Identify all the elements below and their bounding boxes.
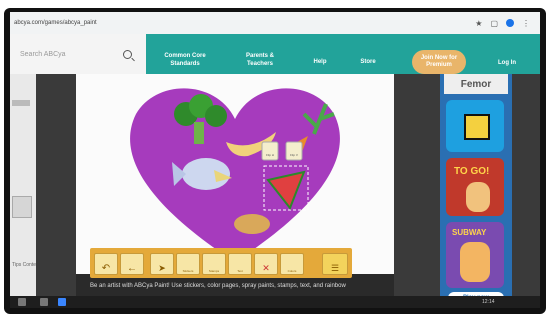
login-link[interactable]: Log In xyxy=(498,60,516,66)
to-go-logo: TO GO! xyxy=(454,166,490,177)
ad-to-go[interactable]: TO GO! xyxy=(446,158,504,216)
left-thumb-box xyxy=(12,196,32,218)
page-margin xyxy=(36,74,76,308)
flip-v-button xyxy=(285,141,303,161)
subway-logo: SUBWAY xyxy=(452,228,487,237)
game-description: Be an artist with ABCya Paint! Use stick… xyxy=(90,283,346,289)
paint-canvas[interactable]: Flip H Flip V xyxy=(76,74,394,274)
search-input[interactable]: Search ABCya xyxy=(20,51,123,58)
extensions-icon[interactable]: ▢ xyxy=(490,19,498,28)
delete-icon: ✕ xyxy=(262,263,270,273)
star-icon[interactable]: ★ xyxy=(475,19,482,28)
join-premium-button[interactable]: Join Now for Premium xyxy=(412,50,466,74)
flip-h-button xyxy=(261,141,279,161)
bread-sticker xyxy=(234,214,270,234)
select-tool[interactable]: ➤ xyxy=(150,253,174,275)
flip-v-label: Flip V xyxy=(290,153,298,157)
text-tool[interactable]: Text xyxy=(228,253,252,275)
ad-top-label: Femor xyxy=(444,74,508,94)
search-icon[interactable] xyxy=(123,49,132,59)
stickers-tool[interactable]: Stickers xyxy=(176,253,200,275)
to-go-character-icon xyxy=(466,182,490,212)
photo-frame: abcya.com/games/abcya_paint ★ ▢ ⋮ Search… xyxy=(0,0,550,320)
tool-bar: ↶ ← ➤ Stickers Stamps Text ✕ Colors ☰ xyxy=(90,248,352,278)
nav-help[interactable]: Help xyxy=(310,58,330,66)
subway-character-icon xyxy=(460,242,490,282)
undo-button[interactable]: ↶ xyxy=(94,253,118,275)
url-text[interactable]: abcya.com/games/abcya_paint xyxy=(14,20,475,26)
search-box[interactable]: Search ABCya xyxy=(10,34,146,74)
geometry-dash-icon xyxy=(464,114,490,140)
nav-parents-teachers[interactable]: Parents & Teachers xyxy=(238,52,282,68)
ad-geometry-dash[interactable] xyxy=(446,100,504,152)
colors-tool[interactable]: Colors xyxy=(280,253,304,275)
menu-icon[interactable]: ⋮ xyxy=(522,19,530,28)
taskbar-clock: 12:14 xyxy=(482,299,495,305)
stamps-tool[interactable]: Stamps xyxy=(202,253,226,275)
nav-store[interactable]: Store xyxy=(356,58,380,66)
taskbar-app-icon[interactable] xyxy=(40,298,48,306)
os-taskbar: 12:14 xyxy=(10,296,540,308)
back-button[interactable]: ← xyxy=(120,253,144,275)
left-window: Tips Conte xyxy=(10,74,36,308)
left-label: Tips Conte xyxy=(12,262,36,268)
menu-tool[interactable]: ☰ xyxy=(322,253,348,275)
profile-icon[interactable] xyxy=(506,18,514,27)
taskbar-browser-icon[interactable] xyxy=(58,298,66,306)
heart-shape xyxy=(130,88,340,263)
canvas-artwork: Flip H Flip V xyxy=(130,88,340,263)
delete-tool[interactable]: ✕ xyxy=(254,253,278,275)
left-thumb xyxy=(12,100,30,106)
monitor-bezel: abcya.com/games/abcya_paint ★ ▢ ⋮ Search… xyxy=(4,8,546,314)
screen: abcya.com/games/abcya_paint ★ ▢ ⋮ Search… xyxy=(10,12,540,308)
nav-common-core[interactable]: Common Core Standards xyxy=(160,52,210,68)
ad-subway-surfers[interactable]: SUBWAY xyxy=(446,222,504,288)
flip-h-label: Flip H xyxy=(266,153,274,157)
start-icon[interactable] xyxy=(18,298,26,306)
browser-address-bar[interactable]: abcya.com/games/abcya_paint ★ ▢ ⋮ xyxy=(10,12,540,34)
page-margin-far-right xyxy=(512,74,540,308)
page-margin-right xyxy=(394,74,440,308)
site-header: Search ABCya Common Core Standards Paren… xyxy=(10,34,540,74)
